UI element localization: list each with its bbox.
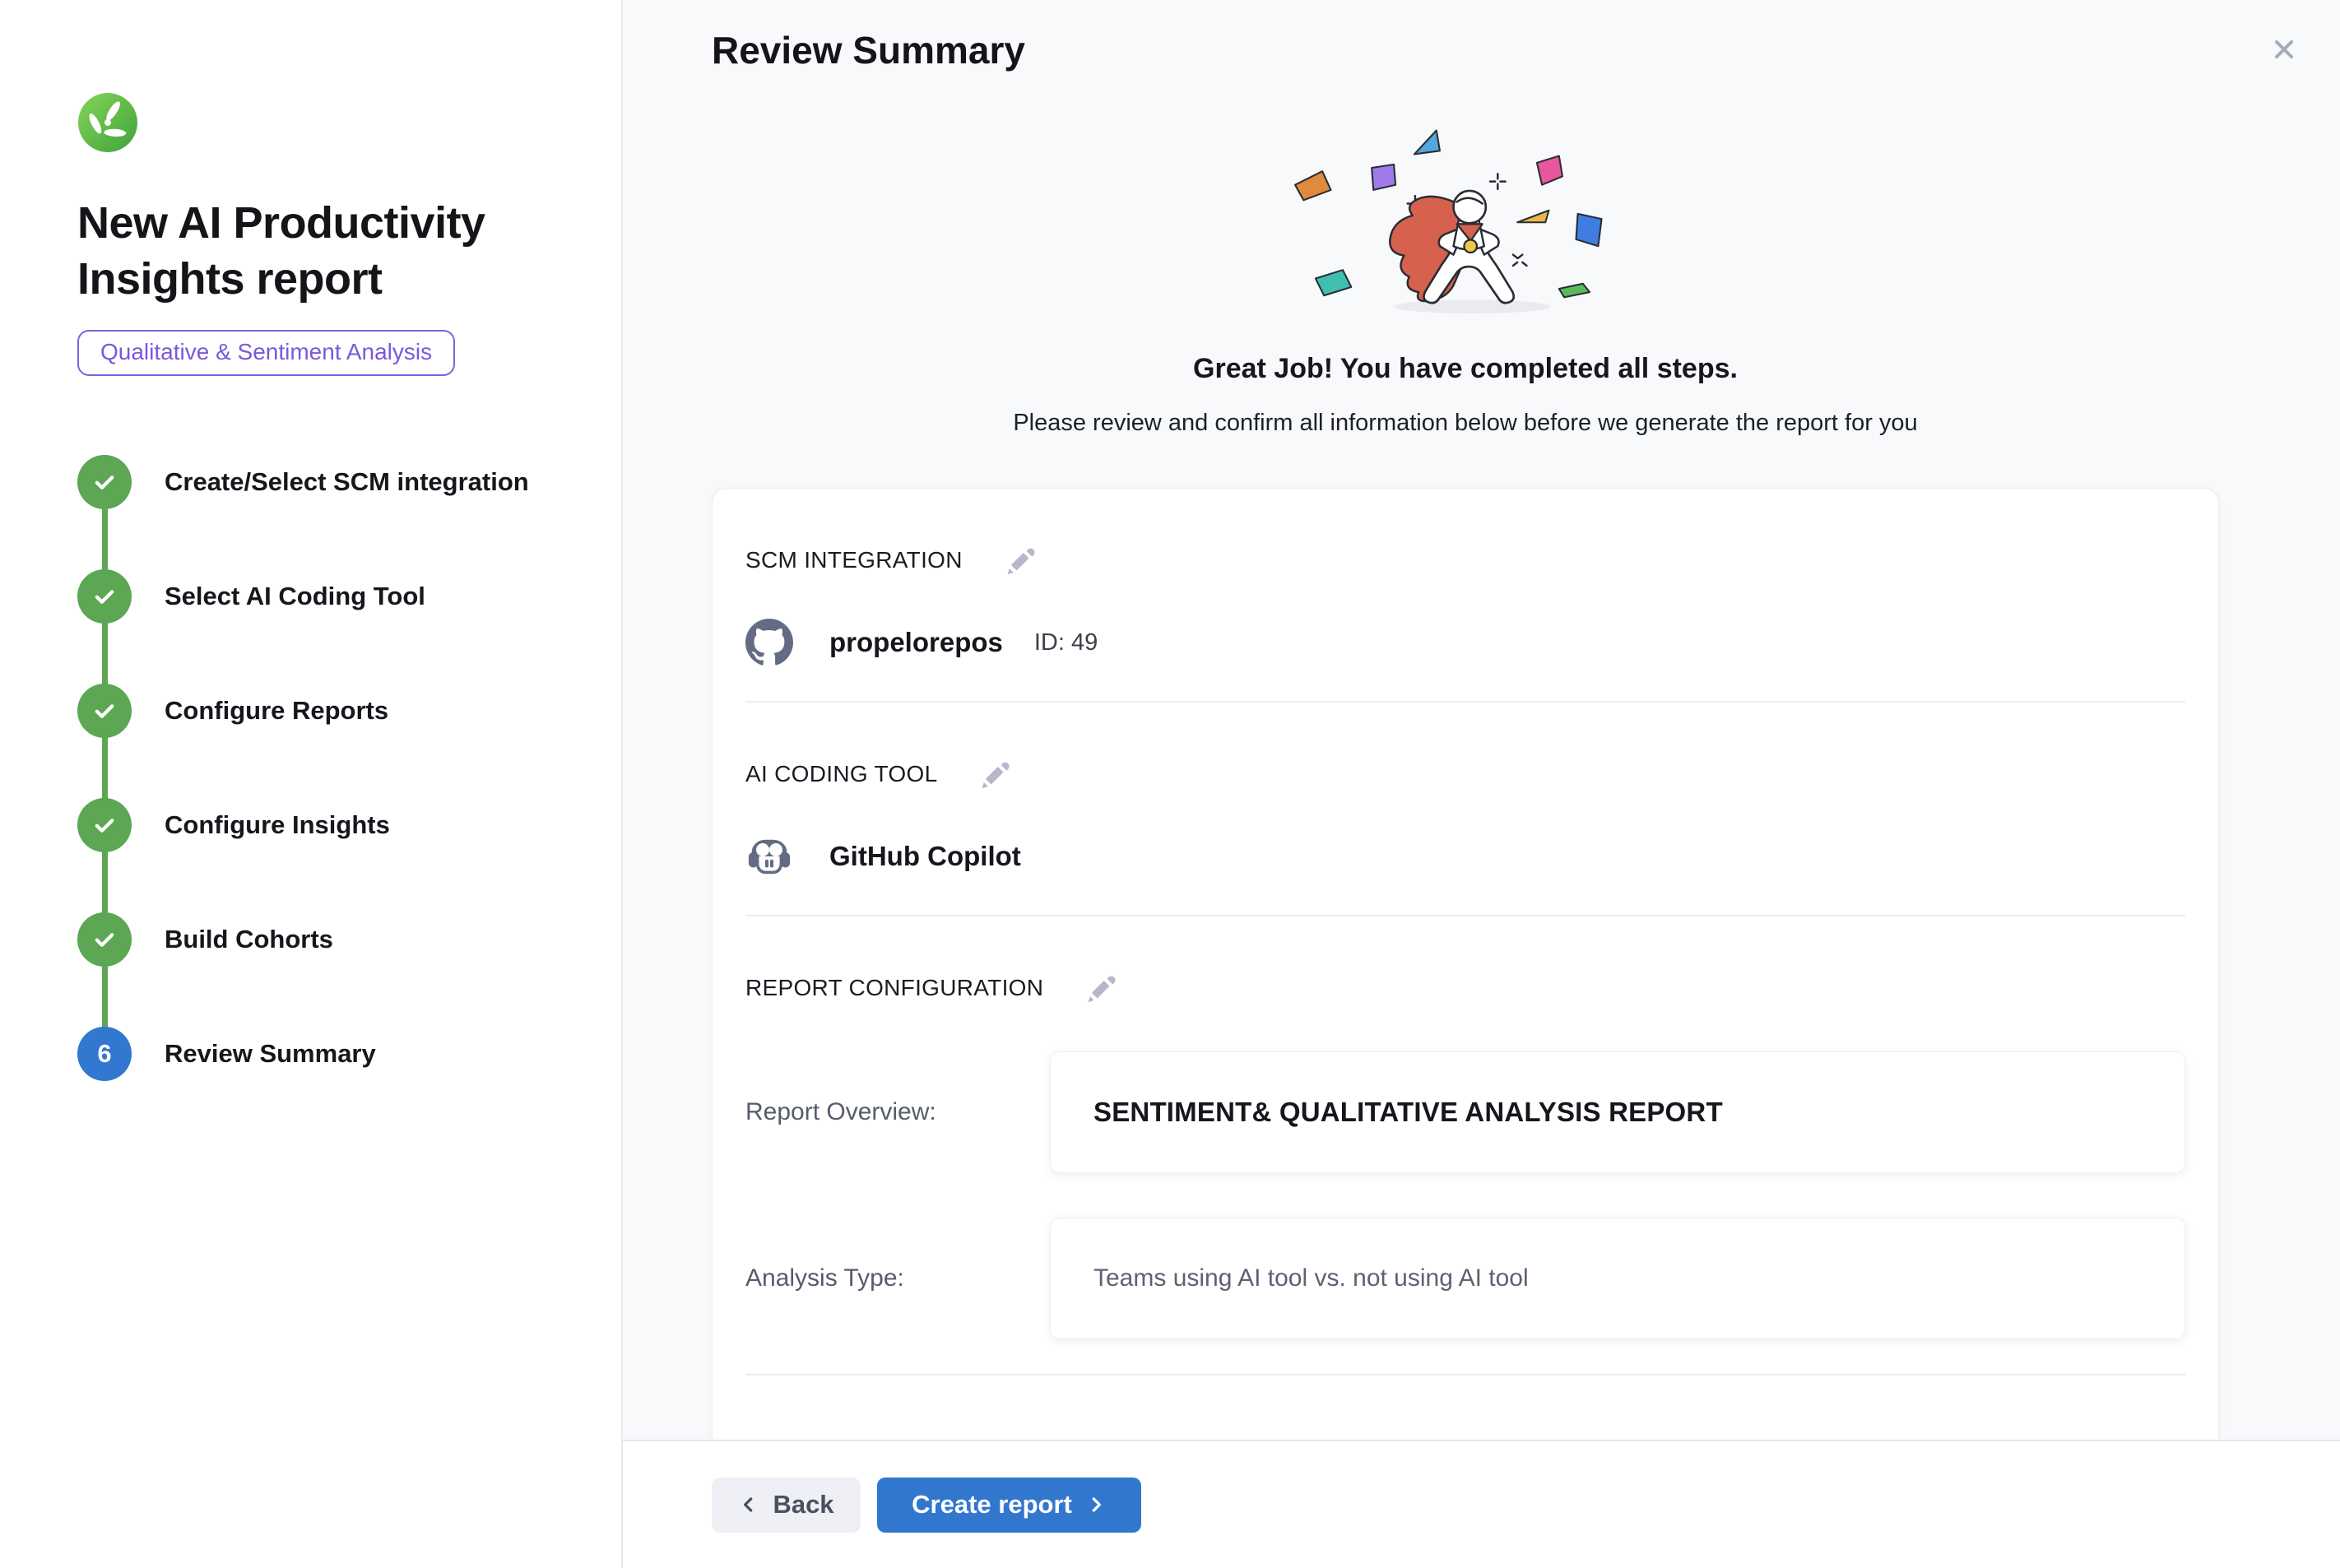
analysis-type-value-box: Teams using AI tool vs. not using AI too… bbox=[1050, 1218, 2185, 1339]
tool-section-title: AI CODING TOOL bbox=[745, 761, 937, 787]
report-configuration-section: REPORT CONFIGURATION Report Overview: bbox=[745, 916, 2185, 1375]
back-button-label: Back bbox=[773, 1490, 833, 1519]
congrats-block: Great Job! You have completed all steps.… bbox=[712, 118, 2219, 437]
wizard-title: New AI Productivity Insights report bbox=[77, 195, 505, 307]
step-number-badge: 6 bbox=[77, 1027, 132, 1081]
step-label: Select AI Coding Tool bbox=[165, 582, 425, 611]
celebration-hero-illustration bbox=[1276, 118, 1655, 314]
panel-footer: Back Create report bbox=[623, 1440, 2340, 1568]
scm-integration-section: SCM INTEGRATION bbox=[745, 489, 2185, 703]
analysis-type-value: Teams using AI tool vs. not using AI too… bbox=[1093, 1264, 1529, 1292]
create-report-button[interactable]: Create report bbox=[877, 1478, 1141, 1533]
report-section-title: REPORT CONFIGURATION bbox=[745, 975, 1043, 1001]
step-check-icon bbox=[77, 569, 132, 624]
app-window: New AI Productivity Insights report Qual… bbox=[0, 0, 2340, 1568]
analysis-type-badge: Qualitative & Sentiment Analysis bbox=[77, 330, 455, 376]
sidebar: New AI Productivity Insights report Qual… bbox=[0, 0, 623, 1568]
copilot-icon bbox=[745, 833, 793, 880]
step-review-summary[interactable]: 6 Review Summary bbox=[77, 1027, 588, 1081]
scm-section-title: SCM INTEGRATION bbox=[745, 547, 963, 573]
edit-report-pencil-icon[interactable] bbox=[1083, 969, 1121, 1007]
step-build-cohorts[interactable]: Build Cohorts bbox=[77, 912, 588, 1027]
analysis-type-row: Analysis Type: Teams using AI tool vs. n… bbox=[745, 1218, 2185, 1339]
summary-card: SCM INTEGRATION bbox=[712, 488, 2219, 1440]
edit-scm-pencil-icon[interactable] bbox=[1002, 541, 1040, 579]
panel-body: Great Job! You have completed all steps.… bbox=[623, 72, 2340, 1440]
step-select-ai-tool[interactable]: Select AI Coding Tool bbox=[77, 569, 588, 684]
github-icon bbox=[745, 619, 793, 666]
step-check-icon bbox=[77, 455, 132, 509]
edit-tool-pencil-icon[interactable] bbox=[977, 755, 1014, 793]
step-label: Configure Insights bbox=[165, 810, 390, 840]
step-label: Create/Select SCM integration bbox=[165, 467, 529, 497]
chevron-right-icon bbox=[1085, 1494, 1107, 1515]
congrats-heading: Great Job! You have completed all steps. bbox=[712, 353, 2219, 385]
ai-coding-tool-section: AI CODING TOOL bbox=[745, 703, 2185, 916]
step-configure-reports[interactable]: Configure Reports bbox=[77, 684, 588, 798]
step-check-icon bbox=[77, 798, 132, 852]
step-label: Build Cohorts bbox=[165, 925, 333, 954]
report-overview-value-box: SENTIMENT& QUALITATIVE ANALYSIS REPORT bbox=[1050, 1051, 2185, 1173]
step-configure-insights[interactable]: Configure Insights bbox=[77, 798, 588, 912]
analysis-type-label: Analysis Type: bbox=[745, 1264, 1050, 1292]
wizard-stepper: Create/Select SCM integration Select AI … bbox=[77, 455, 588, 1081]
step-check-icon bbox=[77, 684, 132, 738]
ai-tool-name: GitHub Copilot bbox=[829, 841, 1021, 872]
scm-integration-id: ID: 49 bbox=[1034, 629, 1098, 656]
review-summary-panel: Review Summary bbox=[623, 0, 2340, 1568]
panel-header: Review Summary bbox=[623, 0, 2340, 72]
report-overview-row: Report Overview: SENTIMENT& QUALITATIVE … bbox=[745, 1051, 2185, 1173]
create-report-button-label: Create report bbox=[912, 1490, 1072, 1519]
step-label: Review Summary bbox=[165, 1039, 376, 1069]
report-overview-label: Report Overview: bbox=[745, 1098, 1050, 1126]
step-label: Configure Reports bbox=[165, 696, 388, 726]
chevron-left-icon bbox=[738, 1494, 759, 1515]
report-overview-value: SENTIMENT& QUALITATIVE ANALYSIS REPORT bbox=[1093, 1097, 1723, 1128]
page-title: Review Summary bbox=[712, 28, 1025, 72]
back-button[interactable]: Back bbox=[712, 1478, 861, 1533]
propeller-logo-icon bbox=[77, 92, 138, 153]
step-create-select-scm[interactable]: Create/Select SCM integration bbox=[77, 455, 588, 569]
scm-integration-name: propelorepos bbox=[829, 627, 1003, 658]
step-check-icon bbox=[77, 912, 132, 967]
congrats-subtext: Please review and confirm all informatio… bbox=[712, 410, 2219, 437]
close-icon[interactable] bbox=[2268, 33, 2301, 68]
